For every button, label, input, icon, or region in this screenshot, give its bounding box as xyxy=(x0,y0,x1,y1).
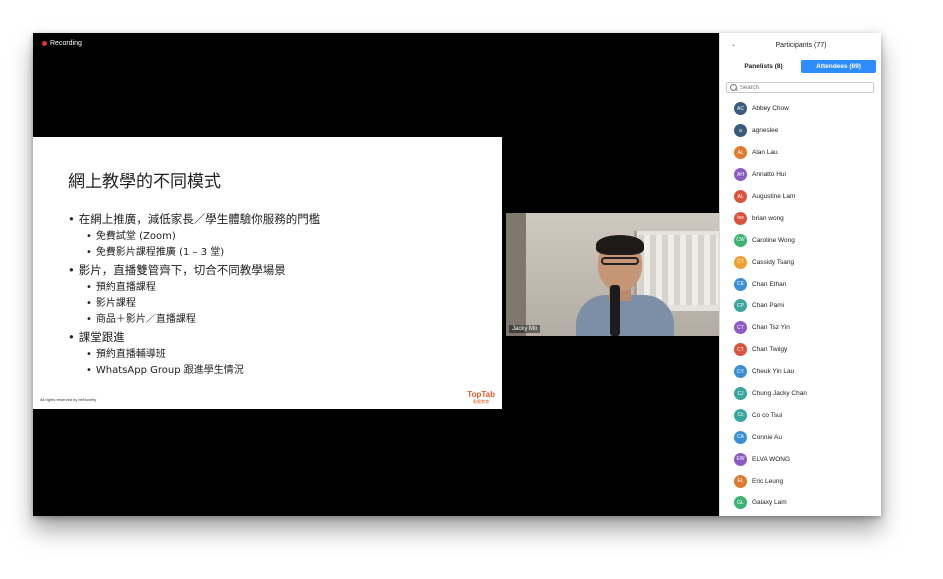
speaker-video-tile[interactable]: Jacky Mo xyxy=(506,213,719,336)
participant-row[interactable]: CY Cheuk Yin Lau xyxy=(720,361,881,383)
participant-name: ELVA WONG xyxy=(752,455,791,463)
participant-name: Alan Lau xyxy=(752,149,778,157)
chevron-down-icon[interactable]: ⌄ xyxy=(731,41,736,48)
participant-name: Co co Tsui xyxy=(752,411,783,419)
avatar: Cc xyxy=(734,408,747,422)
avatar: EW xyxy=(734,452,747,466)
avatar: AL xyxy=(734,190,747,203)
participant-row[interactable]: AL Augustine Lam xyxy=(720,186,881,208)
participants-title: Participants (77) xyxy=(775,41,827,49)
recording-dot-icon xyxy=(42,41,47,46)
participant-name: Chan Pami xyxy=(752,302,785,310)
participant-name: Cheuk Yin Lau xyxy=(752,368,795,376)
zoom-window: Recording 網上教學的不同模式 在網上推廣，減低家長／學生體驗你服務的門… xyxy=(33,33,881,516)
participant-row[interactable]: EW ELVA WONG xyxy=(720,448,881,470)
avatar: CT xyxy=(734,255,747,269)
participant-name: Abbey Chow xyxy=(752,105,789,113)
participant-row[interactable]: CP Chan Pami xyxy=(720,295,881,317)
avatar: AC xyxy=(734,102,747,116)
participants-panel: ⌄ Participants (77) Panelists (8) Attend… xyxy=(719,33,881,516)
avatar: CA xyxy=(734,430,747,444)
participant-name: Eric Leung xyxy=(752,477,784,485)
participant-name: brian wong xyxy=(752,214,784,222)
avatar: bw xyxy=(734,211,747,225)
avatar: CT xyxy=(734,321,747,335)
avatar: CW xyxy=(734,233,747,247)
participant-name: Caroline Wong xyxy=(752,236,795,244)
avatar: EL xyxy=(734,474,747,488)
avatar: CP xyxy=(734,299,747,313)
participant-name: Chan Tsz Yin xyxy=(752,324,790,332)
slide-bullets: 在網上推廣，減低家長／學生體驗你服務的門檻 免費試堂 (Zoom) 免費影片課程… xyxy=(68,210,321,379)
slide-bullet: 在網上推廣，減低家長／學生體驗你服務的門檻 xyxy=(68,210,321,229)
toptab-logo: TopTab 點點教育 xyxy=(467,390,495,405)
tab-attendees[interactable]: Attendees (69) xyxy=(801,60,876,73)
participant-name: Cassidy Tsang xyxy=(752,258,795,266)
shared-slide: 網上教學的不同模式 在網上推廣，減低家長／學生體驗你服務的門檻 免費試堂 (Zo… xyxy=(33,137,502,409)
participant-row[interactable]: a agneslee xyxy=(720,120,881,142)
logo-main-text: TopTab xyxy=(467,390,495,399)
participant-row[interactable]: EL Eric Leung xyxy=(720,470,881,492)
participant-name: Augustine Lam xyxy=(752,193,796,200)
participant-list: AC Abbey Chow a agneslee AL Alan Lau AH Annatto… xyxy=(720,98,881,514)
participant-row[interactable]: Cc Co co Tsui xyxy=(720,404,881,426)
slide-bullet: 課堂跟進 xyxy=(68,328,320,347)
participant-name: Chan Twiigy xyxy=(752,346,788,354)
search-icon xyxy=(730,84,737,91)
participant-row[interactable]: GL Galaxy Lam xyxy=(720,492,881,514)
slide-sub-bullet: 影片課程 xyxy=(68,296,320,312)
avatar: AH xyxy=(734,168,747,182)
participant-name: Connie Au xyxy=(752,433,782,441)
tab-panelists[interactable]: Panelists (8) xyxy=(726,60,801,73)
avatar: CJ xyxy=(734,387,747,401)
microphone xyxy=(610,285,620,336)
slide-title: 網上教學的不同模式 xyxy=(68,172,221,192)
slide-sub-bullet: 免費試堂 (Zoom) xyxy=(68,229,320,245)
avatar: AL xyxy=(734,146,747,160)
participant-row[interactable]: CW Caroline Wong xyxy=(720,229,881,251)
participant-name: Chung Jacky Chan xyxy=(752,390,807,398)
video-participant-name: Jacky Mo xyxy=(509,325,541,333)
slide-sub-bullet: 預約直播課程 xyxy=(68,280,320,296)
participant-name: agneslee xyxy=(752,127,779,135)
participant-row[interactable]: bw brian wong xyxy=(720,207,881,229)
slide-sub-bullet: 預約直播輔導班 xyxy=(68,347,320,363)
participant-name: Annatto Hui xyxy=(752,171,786,179)
participant-name: Chan Ethan xyxy=(752,280,787,288)
avatar: GL xyxy=(734,496,747,510)
meeting-stage: Recording 網上教學的不同模式 在網上推廣，減低家長／學生體驗你服務的門… xyxy=(33,33,719,516)
avatar: CE xyxy=(734,277,747,291)
recording-indicator[interactable]: Recording xyxy=(42,40,82,47)
logo-sub-text: 點點教育 xyxy=(473,399,490,404)
slide-sub-bullet: WhatsApp Group 跟進學生情況 xyxy=(68,363,320,379)
avatar: CT xyxy=(734,343,747,357)
participant-row[interactable]: CT Cassidy Tsang xyxy=(720,251,881,273)
avatar: a xyxy=(734,124,747,138)
participant-row[interactable]: CA Connie Au xyxy=(720,426,881,448)
participant-row[interactable]: CT Chan Tsz Yin xyxy=(720,317,881,339)
participant-name: Galaxy Lam xyxy=(752,499,787,507)
search-input[interactable] xyxy=(740,84,860,91)
recording-label: Recording xyxy=(50,40,82,47)
slide-sub-bullet: 免費影片課程推廣 (1 – 3 堂) xyxy=(68,245,320,261)
participant-row[interactable]: CT Chan Twiigy xyxy=(720,339,881,361)
participant-row[interactable]: AH Annatto Hui xyxy=(720,164,881,186)
participant-row[interactable]: CE Chan Ethan xyxy=(720,273,881,295)
participant-tabs: Panelists (8) Attendees (69) xyxy=(726,60,876,73)
participant-row[interactable]: CJ Chung Jacky Chan xyxy=(720,383,881,405)
participant-search[interactable] xyxy=(726,82,874,93)
slide-sub-bullet: 商品＋影片／直播課程 xyxy=(68,312,320,328)
participants-header: ⌄ Participants (77) xyxy=(720,33,881,57)
avatar: CY xyxy=(734,365,747,379)
slide-bullet: 影片，直播雙管齊下，切合不同教學場景 xyxy=(68,261,320,280)
slide-copyright: All rights reserved by beNovelty xyxy=(40,397,97,402)
participant-row[interactable]: AL Alan Lau xyxy=(720,142,881,164)
participant-row[interactable]: AC Abbey Chow xyxy=(720,98,881,120)
